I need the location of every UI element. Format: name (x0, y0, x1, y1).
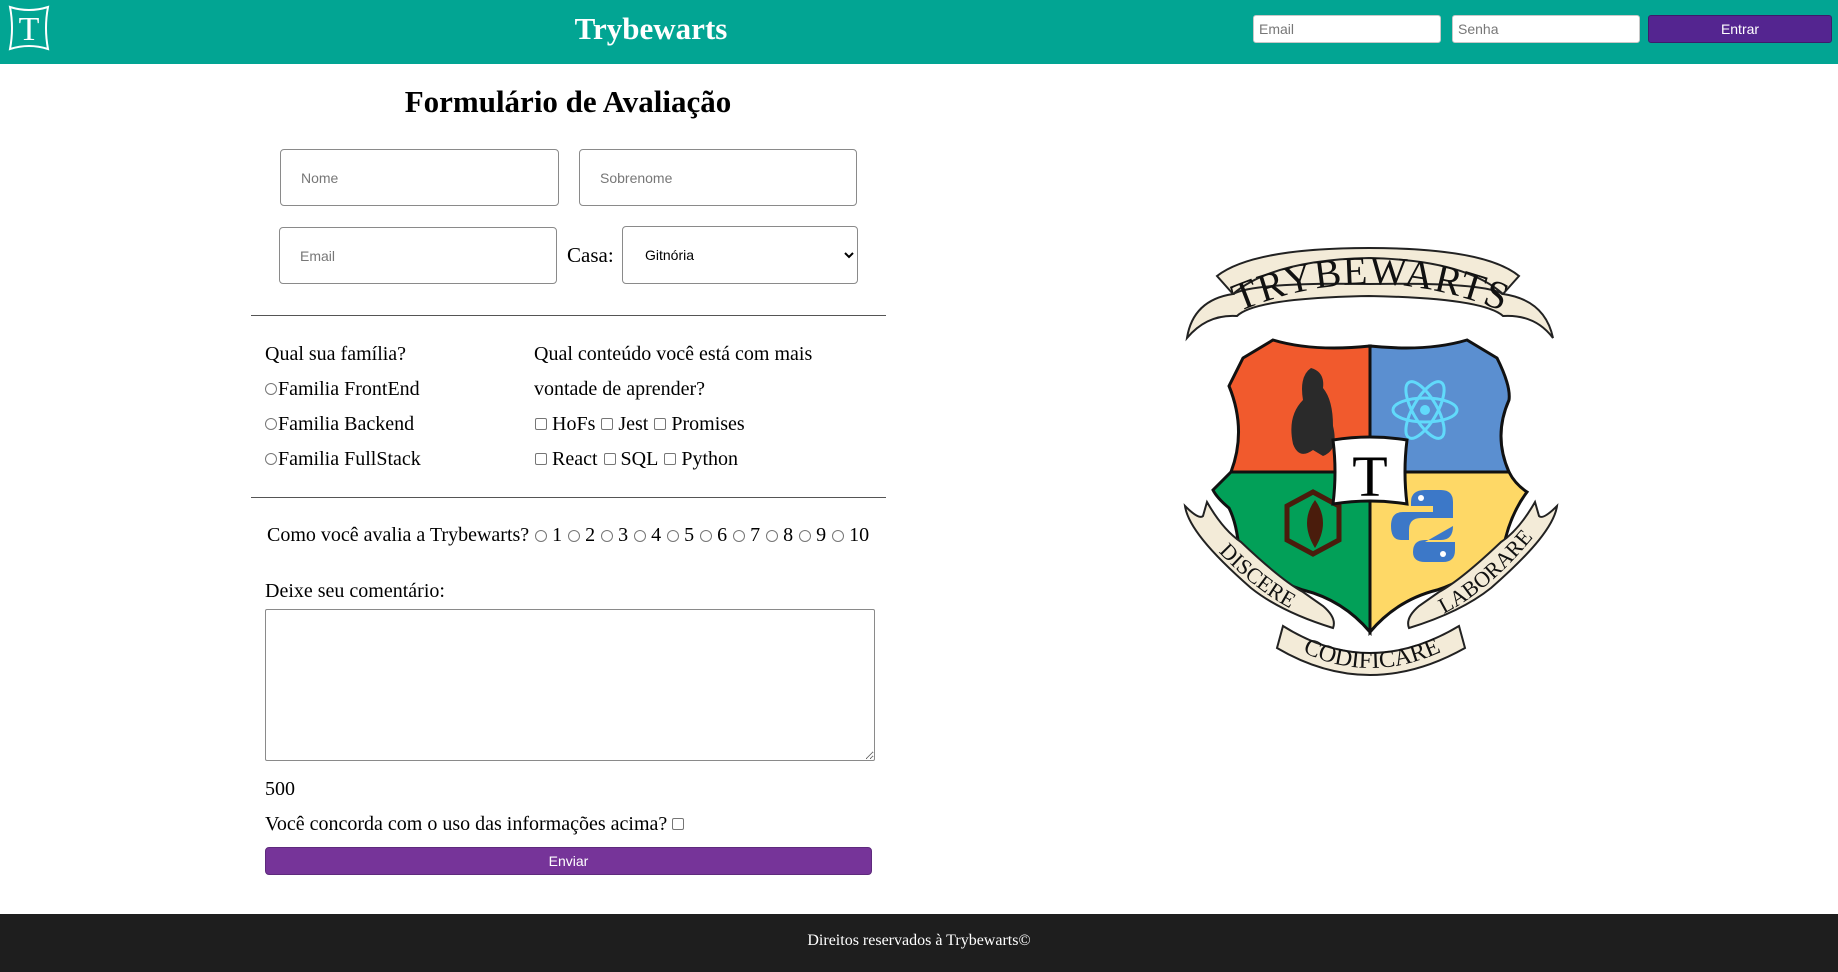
rating-option-4[interactable]: 4 (634, 524, 661, 547)
content-option-label: Promises (671, 413, 745, 435)
rating-label: 8 (783, 524, 794, 546)
content-question-line1: Qual conteúdo você está com mais (534, 343, 813, 365)
rating-radio[interactable] (733, 529, 746, 542)
login-email-input[interactable] (1253, 15, 1441, 43)
rating-option-7[interactable]: 7 (733, 524, 760, 547)
family-option-label: Familia FullStack (278, 448, 421, 470)
divider-bottom (251, 497, 886, 498)
rating-option-10[interactable]: 10 (832, 524, 869, 547)
family-option-label: Familia FrontEnd (278, 378, 420, 400)
email-input[interactable] (279, 227, 557, 284)
family-frontend-radio[interactable] (265, 383, 277, 395)
rating-radio[interactable] (667, 529, 680, 542)
content-option-jest[interactable]: Jest (600, 412, 648, 436)
promises-checkbox[interactable] (654, 418, 667, 430)
content-row-1: HoFs Jest Promises (534, 412, 745, 436)
top-header: T Trybewarts Entrar (0, 0, 1838, 64)
svg-text:T: T (1352, 444, 1387, 509)
content-option-hofs[interactable]: HoFs (534, 412, 595, 436)
rating-label: 1 (552, 524, 563, 546)
rating-label: 3 (618, 524, 629, 546)
rating-radio[interactable] (634, 529, 647, 542)
family-option-backend[interactable]: Familia Backend (265, 412, 414, 436)
rating-label: 7 (750, 524, 761, 546)
rating-option-8[interactable]: 8 (766, 524, 793, 547)
comment-label: Deixe seu comentário: (265, 580, 445, 602)
family-option-frontend[interactable]: Familia FrontEnd (265, 377, 420, 401)
agreement-row[interactable]: Você concorda com o uso das informações … (265, 812, 689, 836)
content-option-python[interactable]: Python (663, 447, 738, 471)
form-title: Formulário de Avaliação (404, 84, 732, 119)
content-option-react[interactable]: React (534, 447, 598, 471)
content-question-line2: vontade de aprender? (534, 378, 706, 400)
content-option-label: HoFs (552, 413, 596, 435)
divider-top (251, 315, 886, 316)
rating-label: 5 (684, 524, 695, 546)
jest-checkbox[interactable] (601, 418, 614, 430)
content-option-sql[interactable]: SQL (603, 447, 659, 471)
rating-radio[interactable] (700, 529, 713, 542)
page-footer: Direitos reservados à Trybewarts© (0, 914, 1838, 972)
rating-option-9[interactable]: 9 (799, 524, 826, 547)
family-option-fullstack[interactable]: Familia FullStack (265, 447, 421, 471)
login-button[interactable]: Entrar (1648, 15, 1832, 43)
content-option-label: React (552, 448, 598, 470)
rating-radio[interactable] (766, 529, 779, 542)
content-option-promises[interactable]: Promises (653, 412, 745, 436)
submit-button[interactable]: Enviar (265, 847, 872, 875)
family-fullstack-radio[interactable] (265, 453, 277, 465)
rating-radio[interactable] (799, 529, 812, 542)
char-counter: 500 (265, 778, 295, 800)
rating-question: Como você avalia a Trybewarts? (267, 524, 530, 546)
rating-option-1[interactable]: 1 (535, 524, 562, 547)
agreement-label: Você concorda com o uso das informações … (265, 813, 668, 835)
first-name-input[interactable] (280, 149, 559, 206)
footer-copyright: Direitos reservados à Trybewarts© (807, 932, 1031, 949)
agreement-checkbox[interactable] (672, 818, 685, 830)
last-name-input[interactable] (579, 149, 857, 206)
house-label: Casa: (567, 243, 614, 267)
rating-radio[interactable] (601, 529, 614, 542)
rating-label: 9 (816, 524, 827, 546)
python-checkbox[interactable] (664, 453, 677, 465)
trybewarts-crest-image: TRYBEWARTS T DISCERE CODIFICARE LABORARE (1183, 246, 1559, 676)
rating-radio[interactable] (535, 529, 548, 542)
rating-radio[interactable] (832, 529, 845, 542)
rating-group: Como você avalia a Trybewarts? 1 2 3 4 5… (267, 524, 869, 547)
rating-option-3[interactable]: 3 (601, 524, 628, 547)
comment-textarea[interactable] (265, 609, 875, 761)
crest-top-banner: TRYBEWARTS (1185, 246, 1554, 342)
family-question: Qual sua família? (265, 343, 407, 365)
rating-label: 2 (585, 524, 596, 546)
rating-radio[interactable] (568, 529, 581, 542)
content-option-label: Jest (618, 413, 649, 435)
content-option-label: Python (681, 448, 739, 470)
rating-option-5[interactable]: 5 (667, 524, 694, 547)
react-checkbox[interactable] (535, 453, 547, 465)
rating-label: 4 (651, 524, 662, 546)
content-option-label: SQL (620, 448, 659, 470)
rating-label: 10 (849, 524, 870, 546)
crest-center-plaque: T (1331, 435, 1409, 509)
family-option-label: Familia Backend (278, 413, 415, 435)
rating-label: 6 (717, 524, 728, 546)
brand-title: Trybewarts (574, 11, 728, 46)
rating-option-6[interactable]: 6 (700, 524, 727, 547)
hofs-checkbox[interactable] (535, 418, 547, 430)
house-select[interactable]: Gitnória (622, 226, 858, 284)
rating-option-2[interactable]: 2 (568, 524, 595, 547)
content-row-2: React SQL Python (534, 447, 738, 471)
login-password-input[interactable] (1452, 15, 1640, 43)
sql-checkbox[interactable] (603, 453, 616, 465)
family-backend-radio[interactable] (265, 418, 277, 430)
